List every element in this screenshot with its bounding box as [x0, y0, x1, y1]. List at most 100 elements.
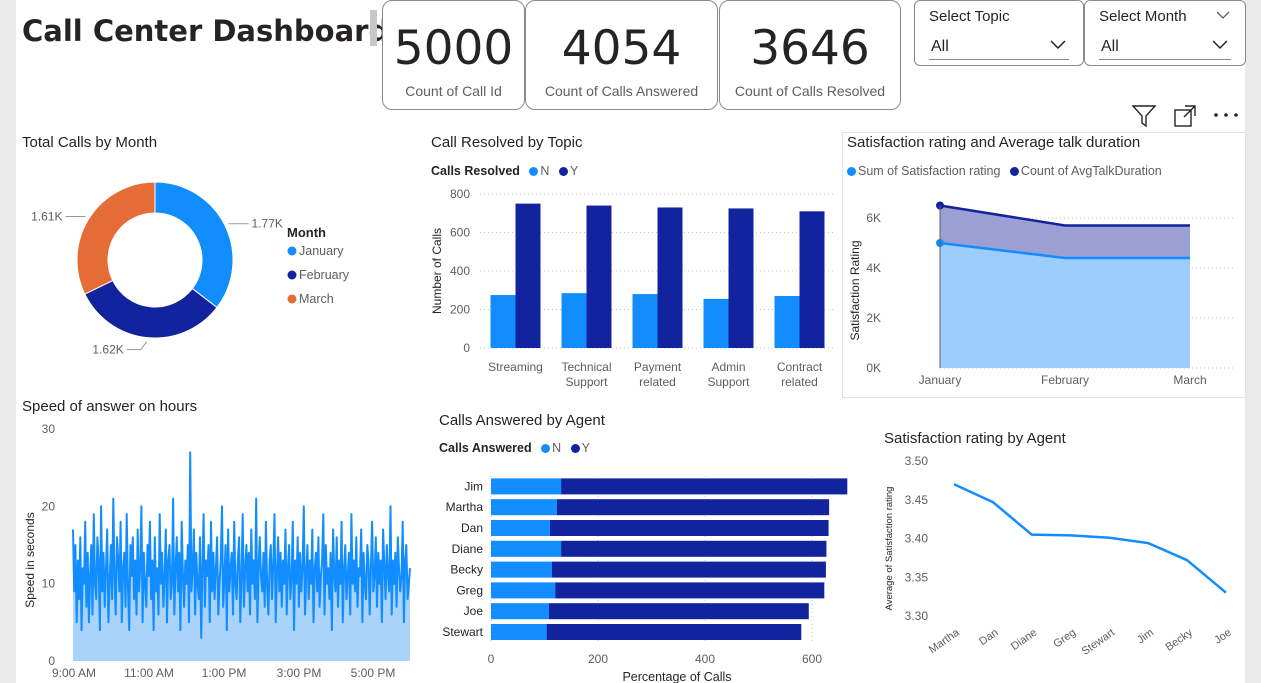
x-tick-label: 5:00 PM	[351, 666, 396, 680]
x-tick-label: Stewart	[1080, 627, 1117, 658]
bar-n-4	[774, 296, 800, 348]
kpi-value: 3646	[750, 21, 870, 76]
donut-legend-item-february: February	[299, 268, 350, 282]
y-tick-label: 6K	[866, 211, 881, 225]
y-axis-title: Average of Satisfaction rating	[884, 487, 895, 611]
legend-dot-january	[287, 246, 297, 256]
bar-n-martha	[491, 499, 557, 516]
kpi-value: 4054	[561, 21, 682, 76]
x-tick-label: Payment	[634, 360, 682, 374]
legend-title: Calls Answered	[439, 441, 532, 455]
bar-y-becky	[551, 561, 826, 578]
y-tick-label: 20	[42, 499, 56, 513]
satisfaction-title: Satisfaction rating and Average talk dur…	[847, 134, 1141, 151]
legend-dot-talk	[1009, 167, 1019, 176]
donut-data-label: 1.77K	[252, 217, 283, 231]
donut-chart: 1.77K 1.62K 1.61K Month January February March	[31, 181, 350, 357]
slicer-title: Select Topic	[929, 8, 1010, 25]
x-tick-label: Dan	[977, 627, 1000, 648]
bar-y-dan	[549, 520, 829, 536]
y-axis-title: Speed in seconds	[23, 512, 37, 607]
chevron-down-icon[interactable]	[1215, 9, 1231, 21]
donut-slice-march	[76, 181, 156, 295]
bar-n-jim	[491, 478, 562, 495]
x-tick-label: 200	[588, 652, 608, 666]
kpi-label: Count of Calls Answered	[544, 83, 699, 99]
answered-legend: Calls Answered N Y	[439, 441, 590, 455]
kpi-card-call-id[interactable]: 5000 Count of Call Id	[382, 0, 525, 110]
speed-area-chart: 01020309:00 AM 11:00 AM 1:00 PM 3:00 PM 5:00…	[23, 422, 411, 680]
topic-dropdown[interactable]: All	[929, 33, 1069, 60]
y-tick-label: Stewart	[442, 625, 483, 639]
kpi-card-calls-resolved[interactable]: 3646 Count of Calls Resolved	[719, 0, 901, 110]
x-tick-label: 9:00 AM	[52, 666, 96, 680]
chevron-down-icon	[1050, 40, 1066, 50]
y-tick-label: 0K	[866, 361, 881, 375]
legend-item-talk[interactable]: Count of AvgTalkDuration	[1021, 164, 1162, 178]
y-axis-title: Number of Calls	[430, 228, 444, 314]
slicer-title: Select Month	[1099, 8, 1187, 25]
legend-dot-n	[529, 167, 539, 176]
x-tick-label: February	[1041, 373, 1089, 387]
resolved-title: Call Resolved by Topic	[431, 134, 583, 151]
kpi-label: Count of Call Id	[405, 83, 502, 99]
legend-item-y[interactable]: Y	[570, 164, 578, 178]
legend-dot-february	[287, 270, 297, 280]
legend-dot-n	[541, 444, 551, 453]
legend-dot-satisfaction	[847, 167, 856, 176]
x-axis-title: Percentage of Calls	[622, 670, 731, 683]
more-options-icon[interactable]	[1213, 110, 1239, 120]
x-tick-label: Support	[565, 375, 608, 389]
legend-item-satisfaction[interactable]: Sum of Satisfaction rating	[858, 164, 1000, 178]
dropdown-value: All	[931, 38, 949, 55]
satisfaction-area	[940, 243, 1190, 368]
slicer-topic: Select Topic All	[914, 0, 1084, 66]
agent-rating-line	[953, 483, 1227, 594]
legend-item-n[interactable]: N	[552, 441, 561, 455]
y-tick-label: 200	[450, 303, 470, 317]
bar-n-2	[632, 294, 658, 348]
resolved-legend: Calls Resolved N Y	[431, 164, 578, 178]
kpi-card-calls-answered[interactable]: 4054 Count of Calls Answered	[525, 0, 718, 110]
bar-y-2	[657, 207, 683, 348]
x-tick-label: Streaming	[488, 360, 543, 374]
legend-dot-y	[558, 167, 568, 176]
month-dropdown[interactable]: All	[1099, 33, 1231, 60]
x-tick-label: Contract	[777, 360, 823, 374]
y-tick-label: 800	[450, 187, 470, 201]
bar-y-diane	[561, 540, 827, 557]
y-tick-label: 3.30	[905, 609, 929, 623]
y-tick-label: 400	[450, 264, 470, 278]
donut-data-label: 1.61K	[31, 209, 62, 223]
y-tick-label: Diane	[452, 542, 484, 556]
bar-y-3	[728, 208, 754, 348]
x-tick-label: Technical	[561, 360, 611, 374]
donut-title: Total Calls by Month	[22, 134, 158, 151]
x-tick-label: Diane	[1009, 627, 1039, 653]
y-tick-label: 3.35	[905, 570, 929, 584]
x-tick-label: 0	[488, 652, 495, 666]
kpi-value: 5000	[393, 21, 514, 76]
y-tick-label: 3.50	[905, 454, 929, 468]
y-tick-label: 30	[42, 422, 56, 436]
legend-item-n[interactable]: N	[540, 164, 549, 178]
y-tick-label: Martha	[446, 500, 484, 514]
x-tick-label: Support	[707, 375, 750, 389]
x-tick-label: related	[639, 375, 676, 389]
focus-mode-icon[interactable]	[1173, 104, 1197, 128]
slicer-month: Select Month All	[1084, 0, 1246, 66]
legend-dot-y	[570, 444, 580, 453]
dropdown-value: All	[1101, 38, 1119, 55]
y-tick-label: 3.40	[905, 532, 929, 546]
bar-y-1	[586, 205, 612, 348]
bar-n-joe	[491, 603, 549, 620]
bar-n-3	[703, 298, 729, 348]
bar-n-0	[490, 295, 516, 348]
bar-y-4	[799, 211, 825, 348]
legend-item-y[interactable]: Y	[582, 441, 590, 455]
y-tick-label: Dan	[461, 521, 483, 535]
filter-icon[interactable]	[1131, 104, 1157, 128]
x-tick-label: 400	[695, 652, 715, 666]
answered-bar-chart: 0 200 400 600 Jim Martha Dan Diane Becky Greg Joe S…	[442, 476, 848, 683]
chevron-down-icon	[1212, 40, 1228, 50]
